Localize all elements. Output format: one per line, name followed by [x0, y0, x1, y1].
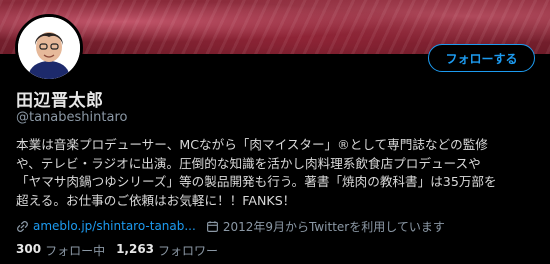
follow-button[interactable]: フォローする	[428, 44, 535, 72]
following-count: 300	[16, 241, 42, 256]
link-icon	[17, 220, 28, 232]
calendar-icon	[206, 220, 218, 232]
followers-stat[interactable]: 1,263 フォロワー	[116, 242, 218, 259]
profile-link[interactable]: ameblo.jp/shintaro-tanab...	[33, 219, 196, 233]
profile-meta: ameblo.jp/shintaro-tanab... 2012年9月からTwi…	[16, 218, 445, 234]
joined-date: 2012年9月からTwitterを利用しています	[222, 219, 445, 234]
avatar-photo	[18, 17, 80, 79]
followers-label: フォロワー	[158, 243, 219, 258]
avatar[interactable]	[15, 14, 83, 82]
display-name: 田辺晋太郎	[16, 91, 104, 111]
following-stat[interactable]: 300 フォロー中	[16, 242, 105, 259]
user-handle: @tanabeshintaro	[16, 110, 128, 125]
profile-bio: 本業は音楽プロデューサー、MCながら「肉マイスター」®として専門誌などの監修 や…	[16, 137, 497, 208]
followers-count: 1,263	[116, 241, 155, 256]
following-label: フォロー中	[45, 243, 106, 258]
follow-stats: 300 フォロー中 1,263 フォロワー	[16, 242, 218, 258]
